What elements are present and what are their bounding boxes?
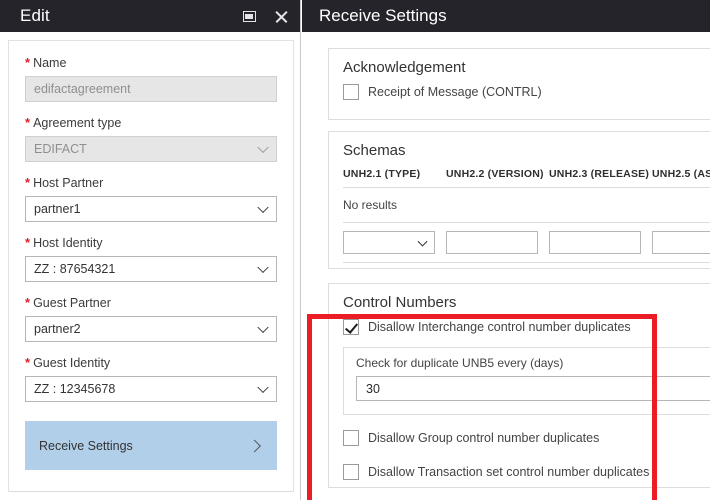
window-controls xyxy=(238,0,292,32)
required-asterisk: * xyxy=(25,55,31,70)
field-agreement-type: * Agreement type EDIFACT xyxy=(25,115,277,162)
disallow-group-checkbox[interactable] xyxy=(343,430,359,446)
receive-settings-blade: Receive Settings Acknowledgement Receipt… xyxy=(302,0,710,500)
receipt-of-message-row[interactable]: Receipt of Message (CONTRL) xyxy=(329,81,710,103)
chevron-down-icon xyxy=(257,321,269,334)
disallow-interchange-label: Disallow Interchange control number dupl… xyxy=(368,320,631,334)
schemas-title: Schemas xyxy=(343,142,406,159)
receipt-of-message-label: Receipt of Message (CONTRL) xyxy=(368,85,542,99)
maximize-icon xyxy=(242,10,256,22)
chevron-right-icon xyxy=(248,439,261,452)
disallow-group-label: Disallow Group control number duplicates xyxy=(368,431,600,445)
duplicate-window-value: 30 xyxy=(366,381,380,396)
agreement-type-select[interactable]: EDIFACT xyxy=(25,136,277,162)
guest-partner-select[interactable]: partner2 xyxy=(25,316,277,342)
acknowledgement-title: Acknowledgement xyxy=(343,59,466,76)
duplicate-window-input[interactable]: 30 xyxy=(356,376,710,401)
field-guest-partner: * Guest Partner partner2 xyxy=(25,295,277,342)
schema-association-input[interactable] xyxy=(652,231,710,254)
name-input-value: edifactagreement xyxy=(34,82,131,96)
acknowledgement-section: Acknowledgement Receipt of Message (CONT… xyxy=(328,48,710,120)
host-partner-value: partner1 xyxy=(34,202,81,216)
receipt-of-message-checkbox[interactable] xyxy=(343,84,359,100)
required-asterisk: * xyxy=(25,115,31,130)
edit-form-panel: * Name edifactagreement * Agreement type E… xyxy=(8,40,294,492)
required-asterisk: * xyxy=(25,175,31,190)
edit-blade-title: Edit xyxy=(20,6,50,25)
agreement-type-value: EDIFACT xyxy=(34,142,87,156)
required-asterisk: * xyxy=(25,295,31,310)
field-name: * Name edifactagreement xyxy=(25,55,277,102)
field-host-partner-label: * Host Partner xyxy=(25,175,104,190)
receive-settings-title: Receive Settings xyxy=(319,6,447,25)
edit-blade-titlebar: Edit xyxy=(0,0,300,32)
guest-identity-value: ZZ : 12345678 xyxy=(34,382,116,396)
required-asterisk: * xyxy=(25,235,31,250)
column-header-unh21: UNH2.1 (TYPE) xyxy=(343,168,421,180)
close-button[interactable] xyxy=(270,5,292,27)
disallow-transaction-set-label: Disallow Transaction set control number … xyxy=(368,465,650,479)
column-header-unh22: UNH2.2 (VERSION) xyxy=(446,168,544,180)
disallow-interchange-checkbox[interactable] xyxy=(343,319,359,335)
disallow-group-row[interactable]: Disallow Group control number duplicates xyxy=(329,427,710,449)
chevron-down-icon xyxy=(417,236,428,247)
sidebar-item-label: Receive Settings xyxy=(39,438,133,453)
host-partner-select[interactable]: partner1 xyxy=(25,196,277,222)
guest-partner-value: partner2 xyxy=(34,322,81,336)
field-guest-partner-label: * Guest Partner xyxy=(25,295,111,310)
chevron-down-icon xyxy=(257,141,269,154)
schemas-new-row xyxy=(343,223,710,263)
control-numbers-section: Control Numbers Disallow Interchange con… xyxy=(328,283,710,488)
schemas-section: Schemas UNH2.1 (TYPE) UNH2.2 (VERSION) U… xyxy=(328,131,710,269)
chevron-down-icon xyxy=(257,261,269,274)
schemas-table-header: UNH2.1 (TYPE) UNH2.2 (VERSION) UNH2.3 (R… xyxy=(343,168,710,188)
field-guest-identity-label: * Guest Identity xyxy=(25,355,111,370)
guest-identity-select[interactable]: ZZ : 12345678 xyxy=(25,376,277,402)
disallow-transaction-set-checkbox[interactable] xyxy=(343,464,359,480)
field-name-label: * Name xyxy=(25,55,67,70)
duplicate-window-group: Check for duplicate UNB5 every (days) 30 xyxy=(343,347,710,415)
host-identity-select[interactable]: ZZ : 87654321 xyxy=(25,256,277,282)
receive-settings-titlebar: Receive Settings xyxy=(302,0,710,32)
column-header-unh23: UNH2.3 (RELEASE) xyxy=(549,168,650,180)
edit-blade: Edit * Name edifactagreement * Agreement… xyxy=(0,0,301,500)
schema-version-input[interactable] xyxy=(446,231,538,254)
host-identity-value: ZZ : 87654321 xyxy=(34,262,116,276)
control-numbers-title: Control Numbers xyxy=(343,294,457,311)
close-icon xyxy=(275,10,288,23)
duplicate-window-label: Check for duplicate UNB5 every (days) xyxy=(356,356,564,370)
name-input[interactable]: edifactagreement xyxy=(25,76,277,102)
field-host-identity-label: * Host Identity xyxy=(25,235,103,250)
schema-release-input[interactable] xyxy=(549,231,641,254)
disallow-interchange-row[interactable]: Disallow Interchange control number dupl… xyxy=(329,316,710,338)
edit-form: * Name edifactagreement * Agreement type E… xyxy=(9,41,293,491)
required-asterisk: * xyxy=(25,355,31,370)
schemas-table: UNH2.1 (TYPE) UNH2.2 (VERSION) UNH2.3 (R… xyxy=(343,168,710,263)
disallow-transaction-set-row[interactable]: Disallow Transaction set control number … xyxy=(329,461,710,483)
screenshot-root: Edit * Name edifactagreement * Agreement… xyxy=(0,0,710,500)
schemas-empty-text: No results xyxy=(343,188,710,223)
column-header-unh25: UNH2.5 (AS xyxy=(652,168,710,180)
chevron-down-icon xyxy=(257,381,269,394)
chevron-down-icon xyxy=(257,201,269,214)
sidebar-item-send-settings[interactable]: Send Settings xyxy=(25,476,277,491)
maximize-button[interactable] xyxy=(238,5,260,27)
field-guest-identity: * Guest Identity ZZ : 12345678 xyxy=(25,355,277,402)
sidebar-item-receive-settings[interactable]: Receive Settings xyxy=(25,421,277,470)
field-host-identity: * Host Identity ZZ : 87654321 xyxy=(25,235,277,282)
schema-type-select[interactable] xyxy=(343,231,435,254)
field-host-partner: * Host Partner partner1 xyxy=(25,175,277,222)
field-agreement-type-label: * Agreement type xyxy=(25,115,122,130)
